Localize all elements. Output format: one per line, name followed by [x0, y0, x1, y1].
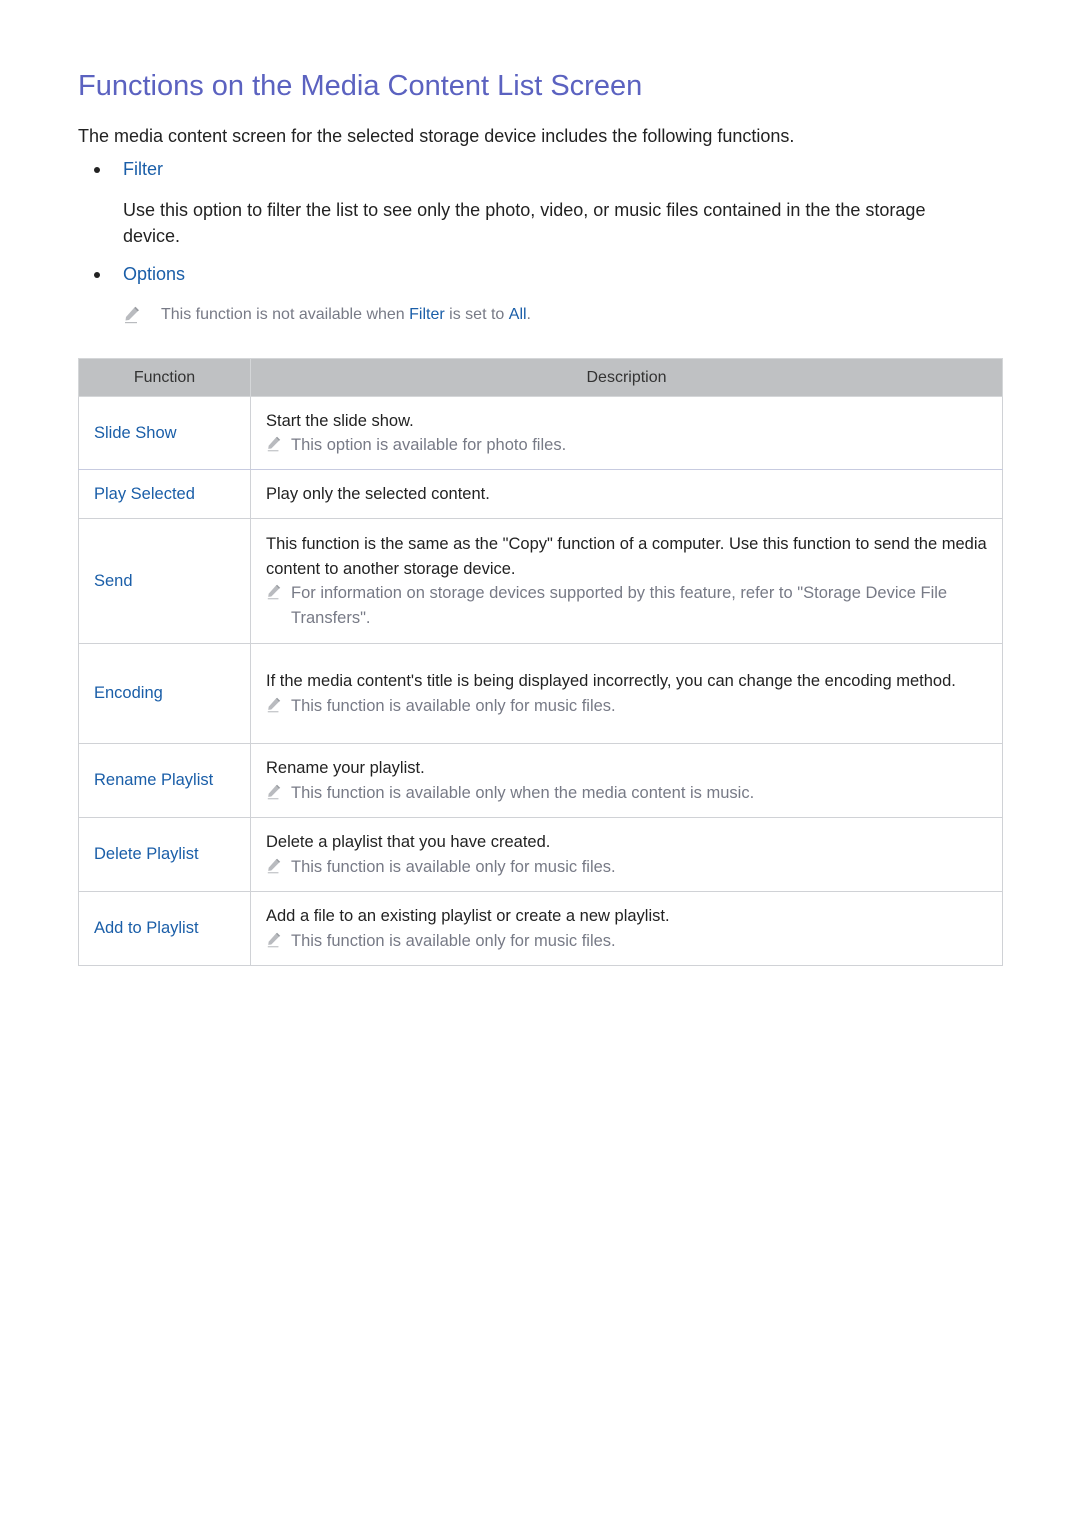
- function-description-cell: Play only the selected content.: [250, 469, 1003, 519]
- function-note-text: This function is available only for musi…: [291, 931, 616, 950]
- function-link[interactable]: Send: [78, 518, 251, 644]
- function-note: This option is available for photo files…: [266, 433, 988, 458]
- function-note-text: This function is available only when the…: [291, 783, 755, 802]
- function-note-text: For information on storage devices suppo…: [291, 584, 948, 627]
- pencil-icon: [123, 306, 141, 324]
- pencil-icon: [266, 436, 282, 452]
- note-text-mid: is set to: [449, 306, 505, 323]
- function-description-cell: Rename your playlist. This function is av…: [250, 743, 1003, 818]
- function-description-cell: This function is the same as the "Copy" …: [250, 518, 1003, 644]
- header-function: Function: [78, 358, 251, 397]
- function-note: This function is available only when the…: [266, 781, 988, 806]
- function-link[interactable]: Rename Playlist: [78, 743, 251, 818]
- table-row: Send This function is the same as the "Co…: [78, 518, 1003, 644]
- function-description: Add a file to an existing playlist or cr…: [266, 907, 670, 925]
- function-note-text: This function is available only for musi…: [291, 857, 616, 876]
- bullet-options: Options: [94, 264, 185, 285]
- header-description: Description: [250, 358, 1003, 397]
- bullet-filter: Filter: [94, 159, 163, 180]
- note-text-pre: This function is not available when: [161, 306, 405, 323]
- function-note: For information on storage devices suppo…: [266, 581, 988, 630]
- function-description: If the media content's title is being di…: [266, 672, 956, 690]
- table-row: Delete Playlist Delete a playlist that yo…: [78, 817, 1003, 892]
- function-description-cell: Delete a playlist that you have created.…: [250, 817, 1003, 892]
- bullet-dot-icon: [94, 166, 100, 173]
- function-link[interactable]: Play Selected: [78, 469, 251, 519]
- function-link[interactable]: Add to Playlist: [78, 891, 251, 966]
- function-description-cell: Start the slide show. This option is avai…: [250, 396, 1003, 470]
- pencil-icon: [266, 858, 282, 874]
- note-filter-link[interactable]: Filter: [409, 306, 445, 324]
- function-link[interactable]: Slide Show: [78, 396, 251, 470]
- table-row: Add to Playlist Add a file to an existing…: [78, 891, 1003, 966]
- function-note: This function is available only for musi…: [266, 855, 988, 880]
- intro-text: The media content screen for the selecte…: [78, 126, 795, 146]
- function-description: Delete a playlist that you have created.: [266, 833, 551, 851]
- function-description-cell: If the media content's title is being di…: [250, 643, 1003, 744]
- function-link[interactable]: Encoding: [78, 643, 251, 744]
- function-description: Play only the selected content.: [266, 484, 490, 503]
- functions-table: Function Description Slide Show Start the…: [78, 358, 1003, 966]
- filter-link[interactable]: Filter: [123, 159, 163, 180]
- table-row: Play Selected Play only the selected cont…: [78, 469, 1003, 519]
- pencil-icon: [266, 932, 282, 948]
- function-note: This function is available only for musi…: [266, 694, 988, 719]
- pencil-icon: [266, 784, 282, 800]
- pencil-icon: [266, 584, 282, 600]
- options-note: This function is not available when Filt…: [123, 306, 531, 324]
- function-description: This function is the same as the "Copy" …: [266, 535, 987, 578]
- function-description: Start the slide show.: [266, 411, 414, 430]
- filter-description: Use this option to filter the list to se…: [123, 200, 926, 246]
- bullet-dot-icon: [94, 271, 100, 278]
- note-all-link[interactable]: All: [509, 306, 527, 324]
- function-link[interactable]: Delete Playlist: [78, 817, 251, 892]
- table-header-row: Function Description: [78, 358, 1003, 397]
- options-link[interactable]: Options: [123, 264, 185, 285]
- function-description-cell: Add a file to an existing playlist or cr…: [250, 891, 1003, 966]
- table-row: Encoding If the media content's title is …: [78, 643, 1003, 744]
- table-row: Slide Show Start the slide show. This opti…: [78, 396, 1003, 470]
- page-title: Functions on the Media Content List Scre…: [78, 70, 643, 102]
- function-description: Rename your playlist.: [266, 759, 425, 777]
- note-text-post: .: [526, 306, 531, 323]
- pencil-icon: [266, 697, 282, 713]
- function-note-text: This function is available only for musi…: [291, 696, 616, 715]
- table-row: Rename Playlist Rename your playlist. This…: [78, 743, 1003, 818]
- function-note-text: This option is available for photo files…: [291, 436, 567, 454]
- function-note: This function is available only for musi…: [266, 929, 988, 954]
